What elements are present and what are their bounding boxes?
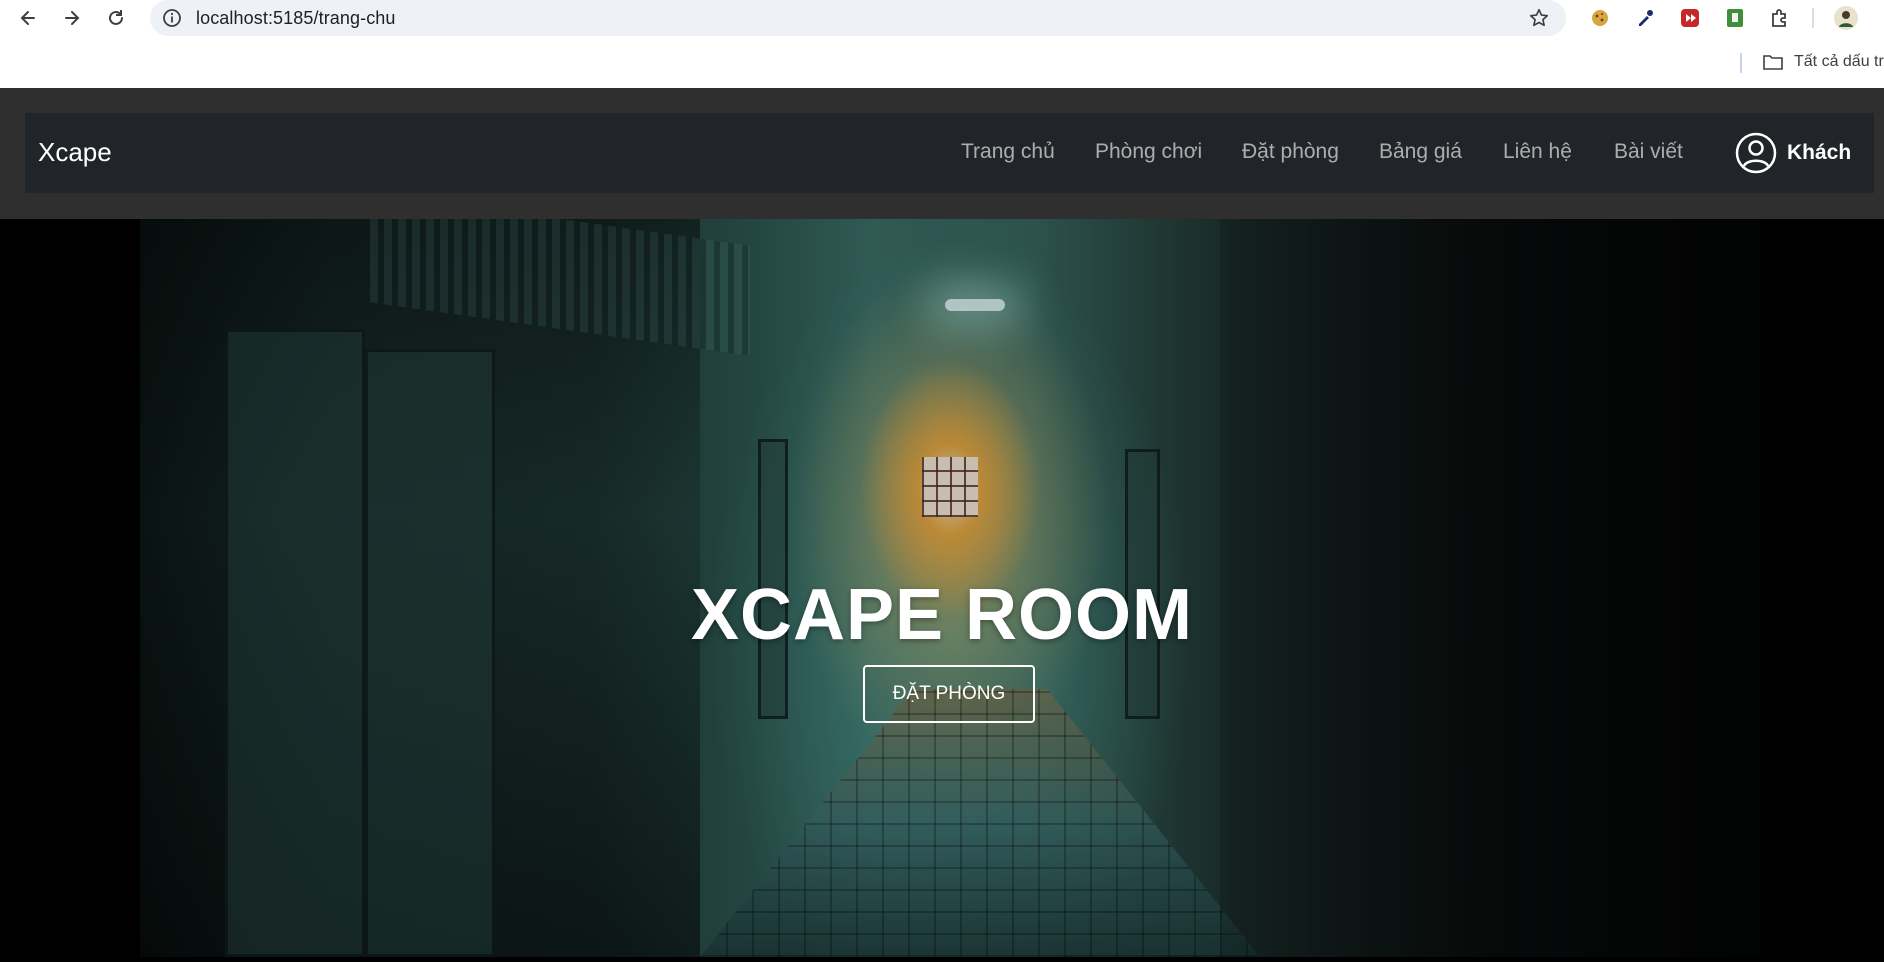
site-header: Xcape Trang chủ Phòng chơi Đặt phòng Bản… — [0, 88, 1884, 219]
nav-item-rooms[interactable]: Phòng chơi — [1095, 140, 1202, 164]
navbar: Xcape Trang chủ Phòng chơi Đặt phòng Bản… — [25, 113, 1874, 193]
forward-icon — [65, 11, 80, 25]
nav-item-home[interactable]: Trang chủ — [961, 140, 1055, 164]
cookie-extension-icon[interactable] — [1587, 5, 1613, 31]
nav-item-contact[interactable]: Liên hệ — [1503, 140, 1572, 164]
browser-toolbar: localhost:5185/trang-chu — [0, 0, 1884, 36]
address-bar[interactable]: localhost:5185/trang-chu — [150, 0, 1566, 36]
folder-icon — [1763, 55, 1783, 70]
back-icon — [20, 11, 35, 25]
green-extension-icon[interactable] — [1722, 5, 1748, 31]
toolbar-divider — [1812, 8, 1814, 28]
bookmarks-bar: Tất cả dấu tra — [0, 36, 1884, 88]
reload-icon — [109, 10, 123, 25]
user-account-menu[interactable]: Khách — [1735, 131, 1851, 175]
brand-logo[interactable]: Xcape — [38, 137, 112, 168]
nav-item-booking[interactable]: Đặt phòng — [1242, 140, 1339, 164]
nav-item-posts[interactable]: Bài viết — [1614, 140, 1683, 164]
forward-button[interactable] — [56, 2, 88, 34]
user-circle-icon — [1735, 132, 1777, 174]
all-bookmarks-button[interactable]: Tất cả dấu tra — [1762, 50, 1884, 74]
eyedropper-extension-icon[interactable] — [1632, 5, 1658, 31]
user-label: Khách — [1787, 141, 1852, 164]
bookmarks-divider — [1740, 53, 1742, 73]
back-button[interactable] — [12, 2, 44, 34]
nav-item-pricing[interactable]: Bảng giá — [1379, 140, 1462, 164]
all-bookmarks-label: Tất cả dấu tra — [1794, 53, 1884, 70]
reload-button[interactable] — [100, 2, 132, 34]
book-room-button[interactable]: ĐẶT PHÒNG — [863, 665, 1035, 723]
hero-title: XCAPE ROOM — [690, 575, 1194, 655]
info-icon[interactable] — [162, 8, 182, 28]
hero-section: XCAPE ROOM ĐẶT PHÒNG — [0, 219, 1884, 962]
url-text[interactable]: localhost:5185/trang-chu — [196, 8, 396, 29]
extensions-puzzle-icon[interactable] — [1767, 5, 1793, 31]
star-icon[interactable] — [1528, 7, 1550, 29]
profile-avatar[interactable] — [1833, 5, 1859, 31]
media-extension-icon[interactable] — [1677, 5, 1703, 31]
